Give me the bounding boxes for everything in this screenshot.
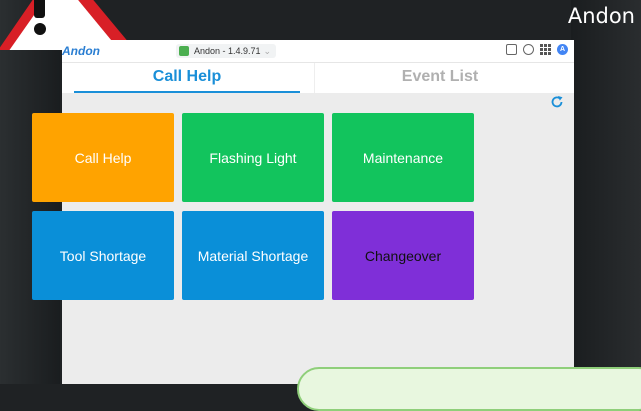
tab-event-list[interactable]: Event List xyxy=(314,63,565,93)
callout-bubble xyxy=(297,367,641,411)
action-grid: Call Help Flashing Light Maintenance Too… xyxy=(32,113,474,300)
chevron-down-icon: ⌄ xyxy=(263,46,271,56)
corner-title: Andon xyxy=(567,4,635,28)
background-right xyxy=(571,0,641,384)
tool-shortage-button[interactable]: Tool Shortage xyxy=(32,211,174,300)
version-tab[interactable]: Andon - 1.4.9.71 ⌄ xyxy=(176,44,276,58)
apps-grid-icon[interactable] xyxy=(540,44,551,55)
maintenance-button[interactable]: Maintenance xyxy=(332,113,474,202)
globe-icon[interactable] xyxy=(523,44,534,55)
tab-bar: Call Help Event List xyxy=(62,63,574,93)
avatar[interactable]: A xyxy=(557,44,568,55)
browser-toolbar: Andon Andon - 1.4.9.71 ⌄ A xyxy=(62,40,574,63)
changeover-button[interactable]: Changeover xyxy=(332,211,474,300)
flashing-light-button[interactable]: Flashing Light xyxy=(182,113,324,202)
tab-call-help[interactable]: Call Help xyxy=(74,63,300,93)
app-icon xyxy=(179,46,189,56)
brand-label: Andon xyxy=(62,44,100,58)
toolbar-icons: A xyxy=(506,44,568,55)
call-help-button[interactable]: Call Help xyxy=(32,113,174,202)
refresh-icon[interactable] xyxy=(550,95,564,109)
material-shortage-button[interactable]: Material Shortage xyxy=(182,211,324,300)
document-icon[interactable] xyxy=(506,44,517,55)
version-tab-label: Andon - 1.4.9.71 xyxy=(194,46,261,56)
